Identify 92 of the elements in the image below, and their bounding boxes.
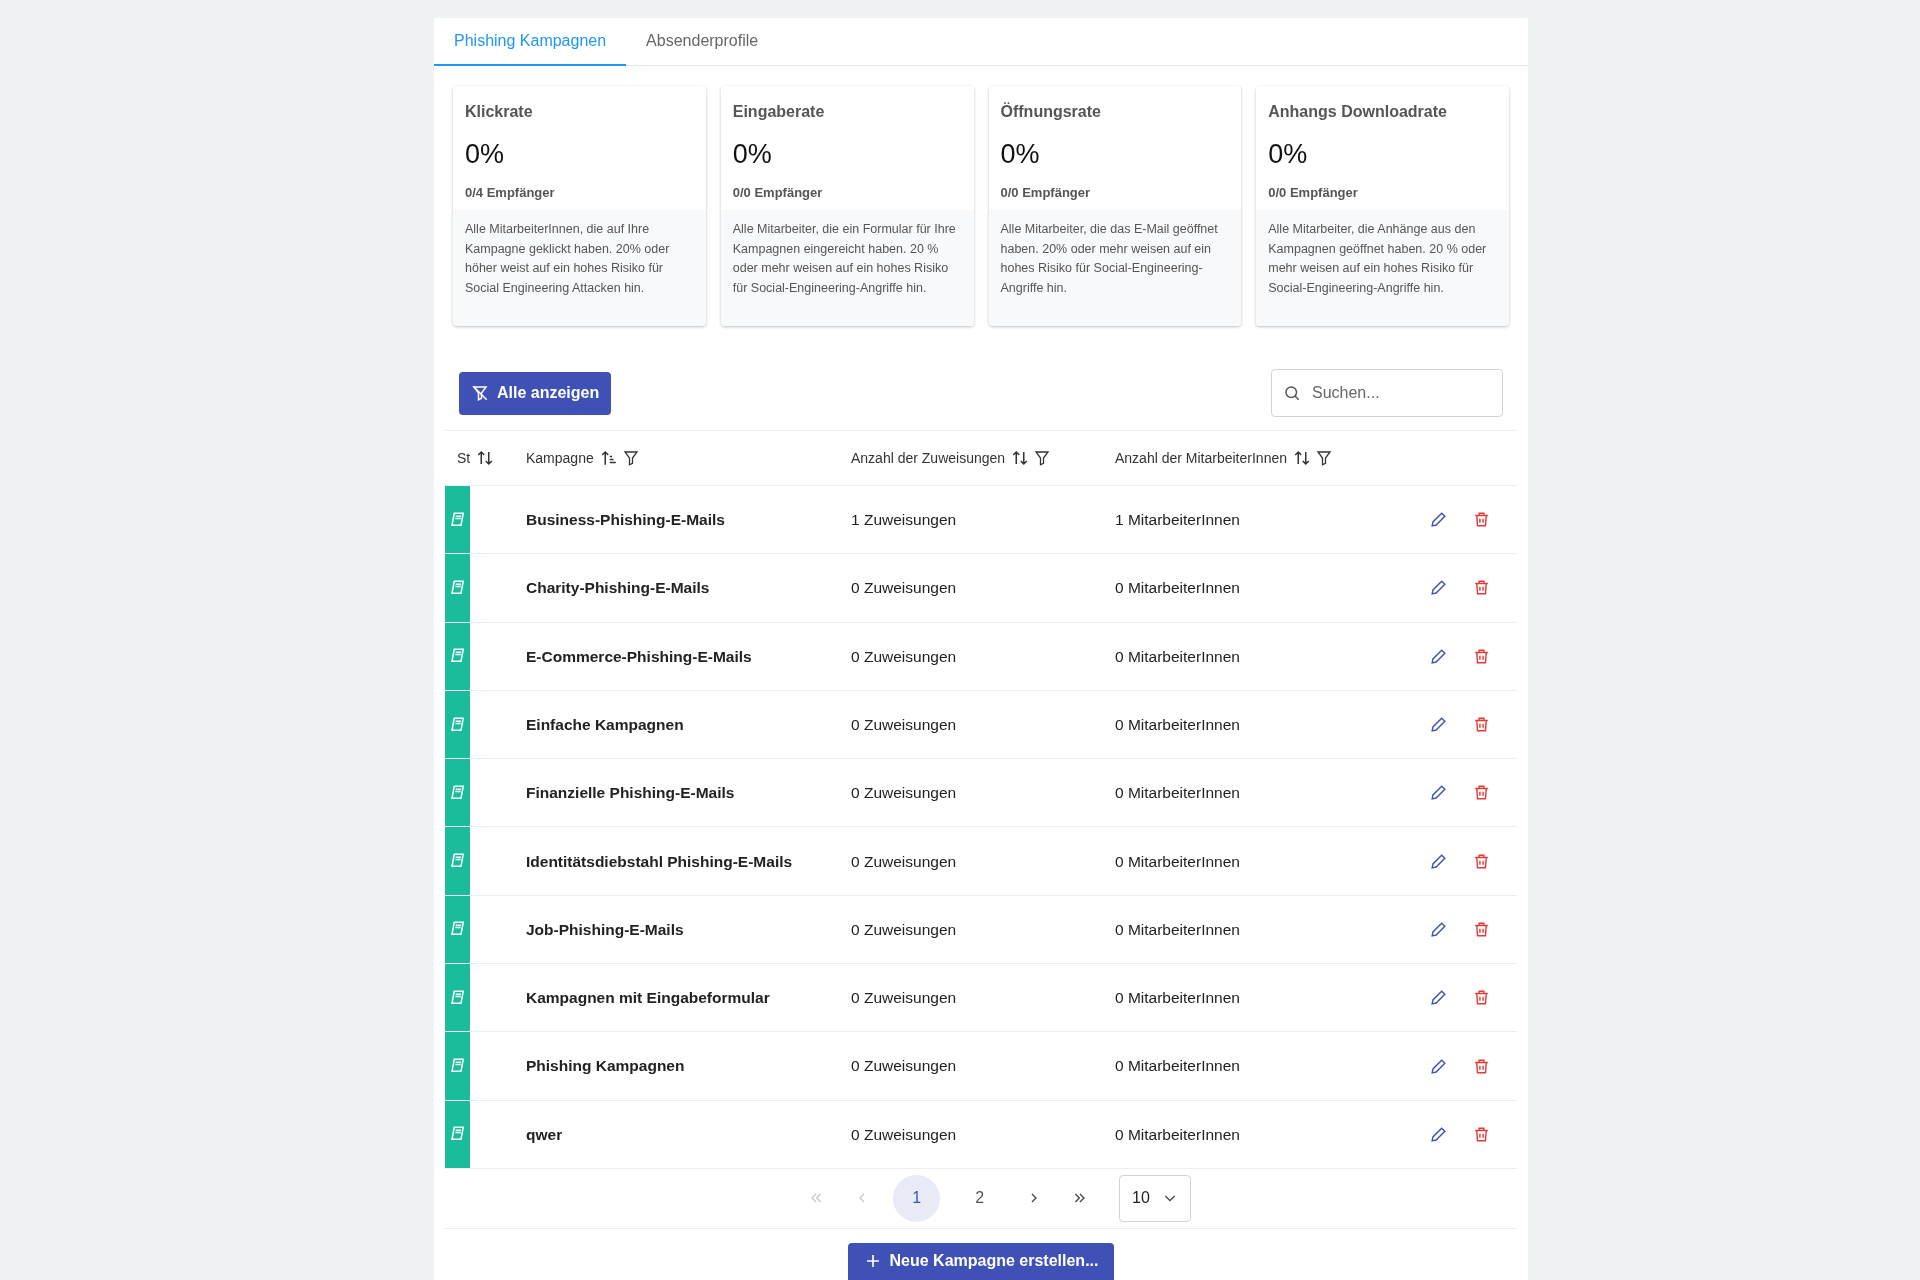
delete-icon[interactable] bbox=[1472, 1124, 1491, 1144]
tab[interactable]: Absenderprofile bbox=[626, 18, 779, 66]
search-field[interactable]: Suchen... bbox=[1271, 369, 1503, 417]
recipient-count: 0/0 Empfänger bbox=[1268, 183, 1359, 202]
campaign-name: Einfache Kampagnen bbox=[526, 714, 685, 735]
delete-icon[interactable] bbox=[1472, 578, 1491, 598]
card-title: Öffnungsrate bbox=[1000, 101, 1102, 122]
book-icon bbox=[448, 510, 467, 529]
campaign-name: E-Commerce-Phishing-E-Mails bbox=[526, 646, 753, 667]
create-campaign-button[interactable]: Neue Kampagne erstellen... bbox=[847, 1242, 1115, 1280]
table-cell-text: 0 Zuweisungen bbox=[851, 988, 958, 1009]
edit-icon[interactable] bbox=[1429, 988, 1448, 1008]
card-description: Alle Mitarbeiter, die ein Formular für Ihre Kampagnen eingereicht haben. 20 % oder mehr weisen auf ein hohes Risiko für Social-Engineering-Angriffe hin. bbox=[720, 210, 974, 326]
campaign-name: Charity-Phishing-E-Mails bbox=[526, 578, 711, 599]
card-title: Eingaberate bbox=[732, 102, 826, 122]
table-cell-text: 0 Zuweisungen bbox=[851, 851, 958, 872]
card-title: Anhangs Downloadrate bbox=[1268, 102, 1448, 122]
table-cell-text: 0 MitarbeiterInnen bbox=[1115, 646, 1241, 667]
book-icon bbox=[448, 988, 467, 1007]
card-value: 0% bbox=[1000, 138, 1041, 171]
edit-icon[interactable] bbox=[1429, 578, 1448, 598]
filter-icon[interactable] bbox=[1033, 449, 1052, 467]
page-size-dropdown[interactable]: 10 bbox=[1119, 1174, 1191, 1222]
table-cell-text: 0 Zuweisungen bbox=[851, 714, 958, 735]
delete-icon[interactable] bbox=[1472, 919, 1491, 939]
table-cell-text: 0 Zuweisungen bbox=[851, 578, 958, 599]
campaign-name: qwer bbox=[526, 1124, 564, 1145]
recipient-count: 0/0 Empfänger bbox=[1000, 183, 1092, 202]
table-cell-text: 0 Zuweisungen bbox=[851, 919, 958, 940]
campaign-name: Kampagnen mit Eingabeformular bbox=[526, 988, 771, 1009]
table-cell-text: 1 Zuweisungen bbox=[851, 510, 958, 530]
column-header[interactable]: St bbox=[457, 447, 471, 469]
delete-icon[interactable] bbox=[1472, 988, 1491, 1008]
table-cell-text: 0 MitarbeiterInnen bbox=[1115, 1056, 1241, 1077]
delete-icon[interactable] bbox=[1472, 783, 1491, 803]
column-header[interactable]: Kampagne bbox=[526, 447, 594, 469]
edit-icon[interactable] bbox=[1429, 783, 1448, 803]
card-description: Alle Mitarbeiter, die das E-Mail geöffnet haben. 20% oder mehr weisen auf ein hohes Risiko für Social-Engineering-Angriffe hin. bbox=[988, 210, 1242, 326]
card-description: Alle Mitarbeiter, die Anhänge aus den Kampagnen geöffnet haben. 20 % oder mehr weisen auf ein hohes Risiko für Social-Engineering-Angriffe hin. bbox=[1256, 210, 1509, 326]
table-cell-text: 0 MitarbeiterInnen bbox=[1115, 1124, 1241, 1145]
book-icon bbox=[448, 1057, 467, 1075]
delete-icon[interactable] bbox=[1472, 510, 1491, 530]
table-cell-text: 0 MitarbeiterInnen bbox=[1115, 919, 1241, 940]
table-cell-text: 0 Zuweisungen bbox=[851, 1124, 958, 1145]
delete-icon[interactable] bbox=[1472, 851, 1491, 871]
campaign-name: Job-Phishing-E-Mails bbox=[526, 919, 685, 940]
filter-icon[interactable] bbox=[1315, 449, 1333, 467]
sort-icon[interactable] bbox=[1011, 449, 1030, 467]
delete-icon[interactable] bbox=[1472, 1056, 1491, 1076]
table-cell-text: 0 MitarbeiterInnen bbox=[1115, 851, 1241, 872]
campaign-name: Finanzielle Phishing-E-Mails bbox=[526, 783, 736, 804]
filter-off-icon bbox=[471, 384, 489, 402]
card-description: Alle MitarbeiterInnen, die auf Ihre Kampagne geklickt haben. 20% oder höher weist auf ein hohes Risiko für Social Engineering Attacken hin. bbox=[453, 210, 706, 326]
card-title: Klickrate bbox=[465, 102, 534, 122]
edit-icon[interactable] bbox=[1429, 851, 1448, 871]
delete-icon[interactable] bbox=[1472, 646, 1491, 666]
edit-icon[interactable] bbox=[1429, 1056, 1448, 1076]
book-icon bbox=[448, 578, 467, 597]
edit-icon[interactable] bbox=[1429, 646, 1448, 666]
campaign-name: Business-Phishing-E-Mails bbox=[526, 510, 726, 530]
page-button[interactable]: 1 bbox=[893, 1174, 941, 1222]
recipient-count: 0/0 Empfänger bbox=[732, 183, 824, 202]
table-cell-text: 0 MitarbeiterInnen bbox=[1115, 578, 1241, 599]
campaign-name: Phishing Kampagnen bbox=[526, 1056, 686, 1077]
table-cell-text: 0 Zuweisungen bbox=[851, 1056, 958, 1077]
show-all-button[interactable]: Alle anzeigen bbox=[459, 371, 612, 415]
search-icon bbox=[1283, 384, 1301, 402]
card-value: 0% bbox=[465, 138, 506, 171]
table-cell-text: 0 MitarbeiterInnen bbox=[1115, 783, 1241, 804]
delete-icon[interactable] bbox=[1472, 715, 1491, 735]
table-cell-text: 0 Zuweisungen bbox=[851, 783, 958, 804]
campaign-name: Identitätsdiebstahl Phishing-E-Mails bbox=[526, 851, 794, 872]
table-cell-text: 0 MitarbeiterInnen bbox=[1115, 988, 1241, 1009]
filter-icon[interactable] bbox=[621, 449, 640, 467]
table-cell-text: 0 Zuweisungen bbox=[851, 646, 958, 667]
column-header[interactable]: Anzahl der MitarbeiterInnen bbox=[1115, 447, 1287, 469]
card-value: 0% bbox=[1268, 138, 1309, 171]
card-value: 0% bbox=[732, 138, 773, 171]
edit-icon[interactable] bbox=[1429, 715, 1448, 735]
edit-icon[interactable] bbox=[1429, 919, 1448, 939]
page-button[interactable]: 2 bbox=[956, 1174, 1004, 1222]
sort-icon[interactable] bbox=[1293, 449, 1311, 467]
column-header[interactable]: Anzahl der Zuweisungen bbox=[851, 447, 1006, 469]
edit-icon[interactable] bbox=[1429, 510, 1448, 530]
sort-icon[interactable] bbox=[476, 449, 495, 467]
recipient-count: 0/4 Empfänger bbox=[465, 183, 556, 202]
book-icon bbox=[448, 715, 467, 734]
edit-icon[interactable] bbox=[1429, 1124, 1448, 1144]
table-cell-text: 1 MitarbeiterInnen bbox=[1115, 510, 1241, 530]
sort-ascending-icon[interactable] bbox=[599, 449, 618, 467]
table-cell-text: 0 MitarbeiterInnen bbox=[1115, 714, 1241, 735]
book-icon bbox=[448, 783, 467, 802]
